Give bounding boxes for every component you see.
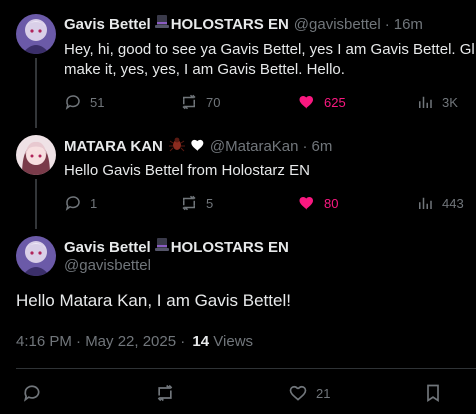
like-count: 21 (316, 385, 331, 401)
repost-button[interactable]: 70 (180, 93, 220, 111)
divider (16, 368, 476, 369)
post-text-line: make it, yes, yes, I am Gavis Bettel. He… (64, 61, 345, 78)
like-button[interactable]: 21 (288, 383, 330, 403)
timestamp[interactable]: 4:16 PM · May 22, 2025 · (16, 333, 185, 350)
top-hat-icon (154, 14, 169, 35)
white-heart-icon (190, 137, 206, 157)
author-handle[interactable]: @gavisbettel (64, 257, 151, 274)
views-label: Views (213, 333, 254, 350)
separator: · (384, 16, 390, 33)
author-org: HOLOSTARS EN (170, 16, 289, 33)
view-count: 443 (442, 195, 464, 211)
main-post-text: Hello Matara Kan, I am Gavis Bettel! (16, 291, 291, 310)
avatar-gavis-bettel[interactable] (16, 236, 56, 276)
reply-count: 1 (90, 195, 98, 211)
separator: · (302, 138, 308, 155)
repost-button[interactable] (155, 383, 183, 403)
post-text: Hello Gavis Bettel from Holostarz EN (64, 162, 310, 179)
like-button[interactable]: 80 (298, 194, 338, 212)
post-metadata: 4:16 PM · May 22, 2025 · 14 Views (16, 333, 253, 350)
author-name[interactable]: Gavis Bettel (64, 239, 151, 256)
post-time[interactable]: 16m (394, 16, 423, 33)
post-time[interactable]: 6m (311, 138, 332, 155)
view-count: 3K (442, 94, 458, 110)
author-handle[interactable]: @MataraKan (210, 138, 299, 155)
bookmark-icon (427, 384, 439, 403)
heart-icon (299, 197, 313, 210)
reply-icon (23, 385, 40, 402)
views-button[interactable]: 3K (416, 93, 458, 111)
views-button[interactable]: 443 (416, 194, 464, 212)
views-icon (419, 197, 432, 209)
repost-icon (182, 94, 196, 110)
bookmark-button[interactable] (423, 383, 451, 403)
thread-line (35, 58, 37, 128)
top-hat-icon (154, 237, 169, 258)
author-name[interactable]: MATARA KAN (64, 138, 163, 155)
reply-icon (65, 95, 80, 110)
post-text: Hey, hi, good to see ya Gavis Bettel, ye… (64, 40, 476, 80)
post-text-line: Hey, hi, good to see ya Gavis Bettel, ye… (64, 41, 475, 58)
views-icon (419, 96, 432, 108)
reply-button[interactable] (22, 383, 50, 403)
reply-icon (65, 196, 80, 211)
thread-line (35, 179, 37, 229)
heart-icon (299, 96, 313, 109)
repost-count: 5 (206, 195, 214, 211)
repost-button[interactable]: 5 (180, 194, 213, 212)
author-org: HOLOSTARS EN (170, 239, 289, 256)
like-button[interactable]: 625 (298, 93, 346, 111)
reply-button[interactable]: 51 (64, 93, 104, 111)
author-name[interactable]: Gavis Bettel (64, 16, 151, 33)
author-handle[interactable]: @gavisbettel (294, 16, 381, 33)
reply-count: 51 (90, 94, 105, 110)
views-count: 14 (192, 333, 210, 350)
reply-button[interactable]: 1 (64, 194, 97, 212)
avatar-gavis-bettel[interactable] (16, 14, 56, 54)
like-count: 625 (324, 94, 346, 110)
repost-icon (157, 384, 173, 402)
repost-count: 70 (206, 94, 221, 110)
repost-icon (182, 195, 196, 211)
avatar-matara-kan[interactable] (16, 135, 56, 175)
heart-icon (289, 385, 307, 401)
bug-icon (168, 136, 185, 157)
like-count: 80 (324, 195, 339, 211)
